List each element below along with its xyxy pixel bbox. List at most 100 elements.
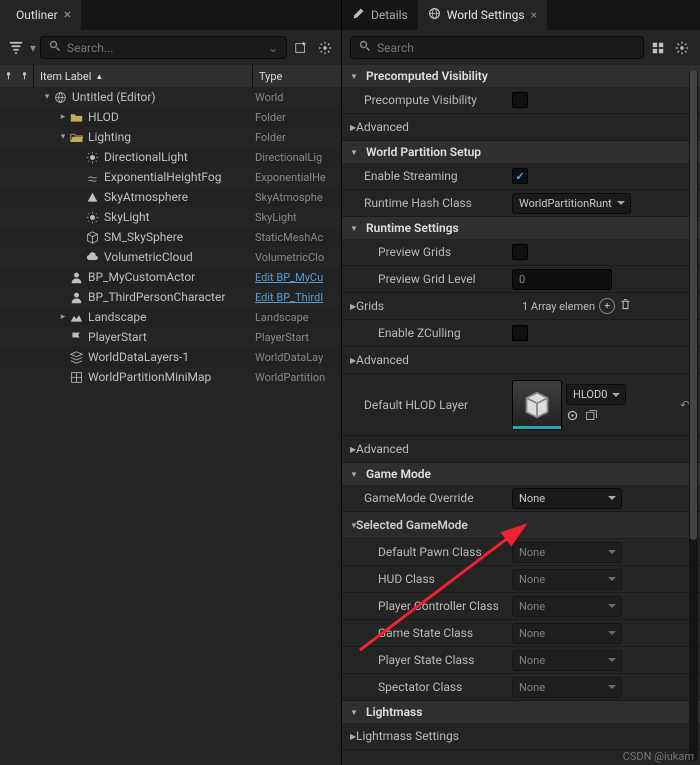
checkbox[interactable] [512, 244, 528, 260]
combo-runtime-hash[interactable]: WorldPartitionRunt [512, 193, 631, 214]
outliner-tab[interactable]: Outliner × [0, 0, 81, 30]
prop-grids: ▶ Grids 1 Array elemen + [342, 293, 700, 320]
tree-row[interactable]: BP_ThirdPersonCharacterEdit BP_ThirdI [0, 287, 341, 307]
asset-thumbnail[interactable] [512, 380, 562, 430]
tree-row[interactable]: SkyLightSkyLight [0, 207, 341, 227]
tree-row[interactable]: ▸HLODFolder [0, 107, 341, 127]
combo-hlod[interactable]: HLOD0 [566, 384, 626, 405]
subcategory-label: Selected GameMode [352, 518, 522, 532]
tree-row[interactable]: ▸LandscapeLandscape [0, 307, 341, 327]
expand-icon[interactable]: ▾ [42, 92, 52, 102]
tree-row[interactable]: SM_SkySphereStaticMeshAc [0, 227, 341, 247]
checkbox[interactable] [512, 168, 528, 184]
scrollbar[interactable] [689, 70, 698, 761]
tree-row[interactable]: PlayerStartPlayerStart [0, 327, 341, 347]
prop-lightmass-settings[interactable]: ▶ Lightmass Settings [342, 723, 700, 750]
subcategory-selected-gamemode[interactable]: ▼ Selected GameMode [342, 512, 700, 539]
tree-item-label: ExponentialHeightFog [104, 170, 255, 184]
details-tab[interactable]: Details [342, 0, 418, 30]
add-button[interactable] [291, 38, 311, 58]
world-settings-tab[interactable]: World Settings × [418, 0, 547, 30]
settings-button[interactable] [672, 38, 692, 58]
tree-row[interactable]: DirectionalLightDirectionalLig [0, 147, 341, 167]
tree-row[interactable]: BP_MyCustomActorEdit BP_MyCu [0, 267, 341, 287]
land-icon [68, 309, 84, 325]
prop-advanced[interactable]: ▶ Advanced [342, 114, 700, 141]
combo-default-pawn[interactable]: None [512, 542, 622, 563]
tree-row[interactable]: ExponentialHeightFogExponentialHe [0, 167, 341, 187]
settings-search[interactable] [350, 36, 644, 59]
pin-icon[interactable] [20, 70, 29, 83]
settings-scroll[interactable]: ▼Precomputed Visibility Precompute Visib… [342, 65, 700, 765]
category-game-mode[interactable]: ▼Game Mode [342, 463, 700, 485]
checkbox[interactable] [512, 92, 528, 108]
category-world-partition-setup[interactable]: ▼World Partition Setup [342, 141, 700, 163]
expand-icon: ▼ [350, 224, 360, 233]
tree-row[interactable]: ▾Untitled (Editor)World [0, 87, 341, 107]
tree-item-label: DirectionalLight [104, 150, 255, 164]
combo-hud[interactable]: None [512, 569, 622, 590]
use-selected-icon[interactable] [585, 409, 598, 425]
combo-player-state[interactable]: None [512, 650, 622, 671]
outliner-tabbar: Outliner × [0, 0, 341, 30]
combo-gamemode-override[interactable]: None [512, 488, 622, 509]
expand-icon: ▶ [342, 445, 352, 454]
browse-icon[interactable] [566, 409, 579, 425]
pencil-icon [352, 7, 365, 23]
category-lightmass[interactable]: ▼Lightmass [342, 701, 700, 723]
expand-icon[interactable]: ▾ [58, 132, 68, 142]
expand-icon: ▶ [342, 356, 352, 365]
tree-item-type: SkyLight [255, 211, 341, 224]
pin-icon[interactable] [4, 70, 13, 83]
number-input[interactable]: 0 [512, 269, 612, 290]
expand-icon[interactable]: ▸ [58, 312, 68, 322]
outliner-search-input[interactable] [67, 41, 262, 55]
settings-search-input[interactable] [377, 41, 635, 55]
column-item-label[interactable]: Item Label ▲ [34, 65, 253, 87]
expand-icon[interactable]: ▸ [58, 112, 68, 122]
add-element-button[interactable]: + [599, 298, 615, 314]
trash-icon[interactable] [619, 298, 632, 314]
settings-button[interactable] [315, 38, 335, 58]
scrollbar-thumb[interactable] [690, 70, 697, 540]
prop-label: Player State Class [342, 653, 512, 667]
prop-enable-zculling: Enable ZCulling [342, 320, 700, 347]
prop-default-pawn-class: Default Pawn Class None [342, 539, 700, 566]
tree-row[interactable]: ▾LightingFolder [0, 127, 341, 147]
tree-item-type[interactable]: Edit BP_ThirdI [255, 291, 341, 304]
prop-advanced[interactable]: ▶ Advanced [342, 436, 700, 463]
chevron-down-icon[interactable]: ⌄ [268, 41, 278, 55]
tree-item-label: BP_ThirdPersonCharacter [88, 290, 255, 304]
tree-row[interactable]: VolumetricCloudVolumetricClo [0, 247, 341, 267]
world-icon [52, 89, 68, 105]
tree-item-type: VolumetricClo [255, 251, 341, 264]
prop-advanced[interactable]: ▶ Advanced [342, 347, 700, 374]
checkbox[interactable] [512, 325, 528, 341]
category-runtime-settings[interactable]: ▼Runtime Settings [342, 217, 700, 239]
prop-label: GameMode Override [342, 491, 512, 505]
right-toolbar [342, 30, 700, 65]
category-label: Precomputed Visibility [366, 69, 488, 83]
close-icon[interactable]: × [531, 8, 537, 22]
prop-preview-grids: Preview Grids [342, 239, 700, 266]
prop-label: Lightmass Settings [352, 729, 522, 743]
column-type[interactable]: Type [253, 65, 341, 87]
outliner-search[interactable]: ⌄ [40, 36, 287, 59]
tree-row[interactable]: WorldPartitionMiniMapWorldPartition [0, 367, 341, 387]
tree-row[interactable]: WorldDataLayers-1WorldDataLay [0, 347, 341, 367]
tree-row[interactable]: SkyAtmosphereSkyAtmosphe [0, 187, 341, 207]
filter-button[interactable] [6, 38, 26, 58]
right-tabbar: Details World Settings × [342, 0, 700, 30]
tree-item-label: Landscape [88, 310, 255, 324]
expand-icon[interactable]: ▶ [342, 302, 352, 311]
array-count: 1 Array elemen [522, 300, 595, 313]
tree-item-type[interactable]: Edit BP_MyCu [255, 271, 341, 284]
close-icon[interactable]: × [64, 7, 71, 23]
grid-view-button[interactable] [648, 38, 668, 58]
outliner-tree[interactable]: ▾Untitled (Editor)World▸HLODFolder▾Light… [0, 87, 341, 765]
combo-game-state[interactable]: None [512, 623, 622, 644]
tree-item-type: World [255, 91, 341, 104]
combo-spectator[interactable]: None [512, 677, 622, 698]
combo-player-controller[interactable]: None [512, 596, 622, 617]
category-precomputed-visibility[interactable]: ▼Precomputed Visibility [342, 65, 700, 87]
